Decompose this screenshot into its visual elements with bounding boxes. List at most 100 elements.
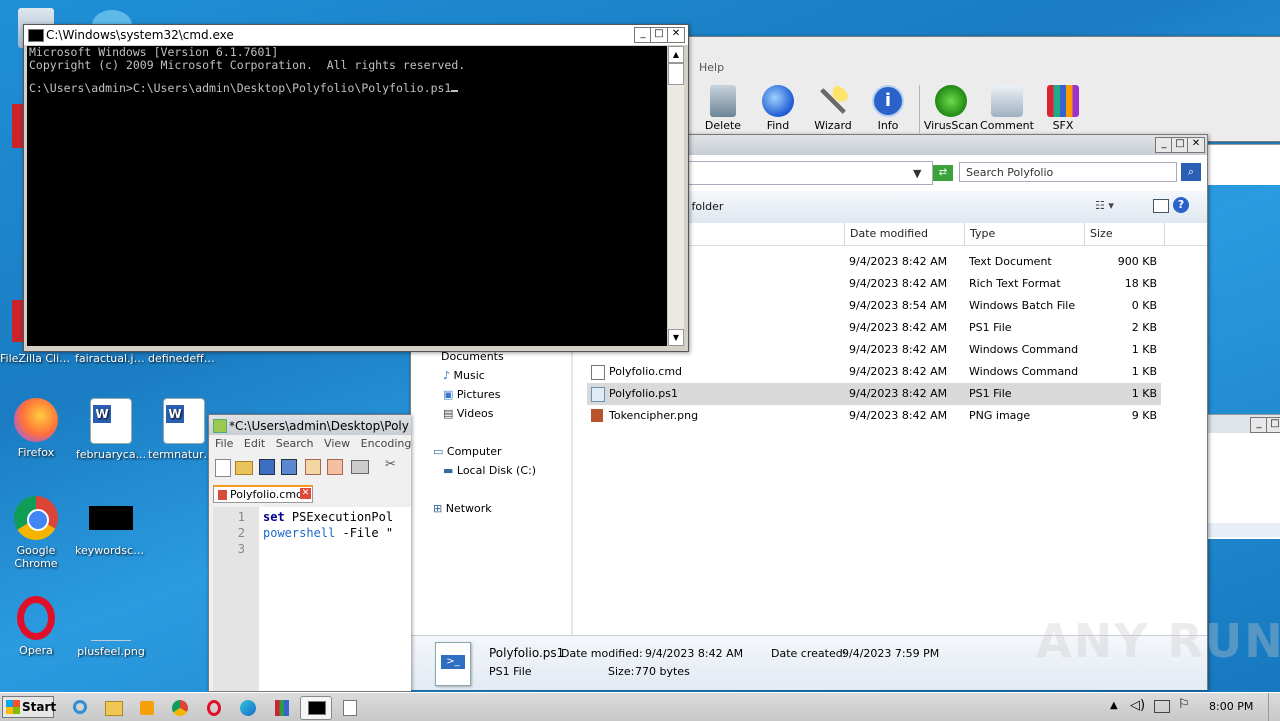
desktop-icon-fairactual[interactable]: fairactual.jpg xyxy=(75,352,147,365)
desktop-icon-label: Opera xyxy=(19,644,53,657)
open-folder-icon[interactable] xyxy=(235,461,253,475)
save-all-icon[interactable] xyxy=(281,459,297,475)
refresh-icon[interactable]: ⇄ xyxy=(933,165,953,181)
editor-area[interactable]: 1 set PSExecutionPol 2 powershell -File " … xyxy=(213,507,411,691)
help-icon[interactable]: ? xyxy=(1173,197,1189,213)
file-row[interactable]: Tokencipher.png 9/4/2023 8:42 AM PNG image… xyxy=(587,405,1163,427)
volume-icon[interactable]: ◁) xyxy=(1130,698,1145,713)
black-thumbnail-icon xyxy=(89,506,133,530)
close-button[interactable]: ✕ xyxy=(1187,137,1205,153)
toolbar-info-button[interactable]: i Info xyxy=(860,81,916,132)
explorer-taskbar-icon[interactable] xyxy=(99,696,127,720)
save-icon[interactable] xyxy=(259,459,275,475)
details-created: 9/4/2023 7:59 PM xyxy=(842,647,940,660)
cmd-window: C:\Windows\system32\cmd.exe _ □ ✕ Micros… xyxy=(23,24,689,352)
new-file-icon[interactable] xyxy=(215,459,231,477)
toolbar-sfx-button[interactable]: SFX xyxy=(1035,81,1091,132)
desktop-icon-opera[interactable]: Opera xyxy=(0,596,72,657)
winrar-window: Help Delete Find Wizard i Info VirusScan … xyxy=(680,36,1280,142)
file-tab-icon xyxy=(218,490,227,500)
close-button[interactable]: ✕ xyxy=(667,27,685,43)
disk-icon: ▬ xyxy=(443,464,457,477)
console-cursor xyxy=(451,90,459,92)
cmd-file-icon xyxy=(591,365,605,380)
bug-icon xyxy=(935,85,967,117)
desktop-icon-februaryca[interactable]: W februaryca... xyxy=(75,398,147,461)
background-window-sliver xyxy=(1206,144,1280,185)
column-size[interactable]: Size xyxy=(1085,223,1165,245)
search-icon[interactable]: ⌕ xyxy=(1181,163,1201,181)
nav-computer[interactable]: ▭ Computer xyxy=(433,442,502,461)
close-file-icon[interactable] xyxy=(305,459,321,475)
menu-encoding[interactable]: Encoding xyxy=(361,437,412,450)
toolbar-find-button[interactable]: Find xyxy=(750,81,806,132)
toolbar-comment-button[interactable]: Comment xyxy=(979,81,1035,132)
tray-up-arrow-icon[interactable]: ▲ xyxy=(1110,700,1118,711)
nav-pictures[interactable]: ▣ Pictures xyxy=(443,385,500,404)
start-button[interactable]: Start xyxy=(2,696,56,718)
nav-network[interactable]: ⊞ Network xyxy=(433,499,492,518)
nav-local-disk[interactable]: ▬ Local Disk (C:) xyxy=(443,461,536,480)
desktop-icon-plusfeel[interactable]: plusfeel.png xyxy=(75,596,147,658)
desktop-icon-label: keywordsca... xyxy=(75,544,147,557)
address-dropdown-icon[interactable]: ▼ xyxy=(913,167,921,180)
scroll-thumb[interactable] xyxy=(668,63,684,85)
flag-icon[interactable]: ⚐ xyxy=(1178,697,1190,712)
wand-icon xyxy=(817,85,849,117)
file-row-selected[interactable]: Polyfolio.ps1 9/4/2023 8:42 AM PS1 File 1 K… xyxy=(587,383,1161,405)
code-line: 1 set PSExecutionPol xyxy=(237,510,394,524)
desktop-icon-chrome[interactable]: Google Chrome xyxy=(0,496,72,570)
desktop-icon-firefox[interactable]: Firefox xyxy=(0,398,72,459)
view-options-icon[interactable]: ☷ ▾ xyxy=(1095,199,1114,212)
nav-videos[interactable]: ▤ Videos xyxy=(443,404,493,423)
cut-icon[interactable]: ✂ xyxy=(385,457,396,472)
maximize-button[interactable]: □ xyxy=(650,27,668,43)
scroll-up-icon[interactable]: ▲ xyxy=(668,46,684,63)
toolbar-virusscan-button[interactable]: VirusScan xyxy=(923,81,979,132)
background-window-sliver-2: _ □ xyxy=(1206,414,1280,539)
trash-icon xyxy=(710,85,736,117)
menu-view[interactable]: View xyxy=(324,437,350,450)
close-all-icon[interactable] xyxy=(327,459,343,475)
comment-icon xyxy=(991,85,1023,117)
magnifier-icon xyxy=(762,85,794,117)
show-desktop-button[interactable] xyxy=(1268,693,1280,721)
notepad-taskbar-icon[interactable] xyxy=(336,696,364,720)
png-file-icon xyxy=(591,409,603,422)
notepad-tab[interactable]: Polyfolio.cmd ✕ xyxy=(213,485,313,503)
toolbar-separator xyxy=(919,85,920,133)
winrar-menu-help[interactable]: Help xyxy=(699,61,724,74)
print-icon[interactable] xyxy=(351,460,369,474)
menu-search[interactable]: Search xyxy=(276,437,314,450)
search-input[interactable]: Search Polyfolio xyxy=(959,162,1177,182)
desktop-icon-filezilla[interactable]: FileZilla Client xyxy=(0,352,72,365)
column-date-modified[interactable]: Date modified xyxy=(845,223,965,245)
media-player-taskbar-icon[interactable] xyxy=(133,696,161,720)
tab-close-icon[interactable]: ✕ xyxy=(300,488,311,499)
ie-taskbar-icon[interactable] xyxy=(66,696,94,720)
menu-file[interactable]: File xyxy=(215,437,233,450)
menu-edit[interactable]: Edit xyxy=(244,437,265,450)
cmd-console[interactable]: Microsoft Windows [Version 6.1.7601] Cop… xyxy=(27,46,667,346)
notepad-menu: File Edit Search View Encoding xyxy=(215,437,411,450)
nav-music[interactable]: ♪ Music xyxy=(443,366,485,385)
cmd-scrollbar[interactable]: ▲ ▼ xyxy=(668,46,684,346)
preview-pane-icon[interactable] xyxy=(1153,199,1169,213)
file-row[interactable]: Polyfolio.cmd 9/4/2023 8:42 AM Windows Com… xyxy=(587,361,1163,383)
chrome-taskbar-icon[interactable] xyxy=(166,696,194,720)
details-modified-label: Date modified: xyxy=(561,647,643,660)
toolbar-wizard-button[interactable]: Wizard xyxy=(805,81,861,132)
winrar-taskbar-icon[interactable] xyxy=(268,696,296,720)
opera-taskbar-icon[interactable] xyxy=(200,696,228,720)
column-type[interactable]: Type xyxy=(965,223,1085,245)
maximize-button[interactable]: □ xyxy=(1266,417,1280,433)
toolbar-delete-button[interactable]: Delete xyxy=(695,81,751,132)
clock[interactable]: 8:00 PM xyxy=(1209,700,1253,713)
cmd-taskbar-icon[interactable] xyxy=(300,696,332,720)
scroll-down-icon[interactable]: ▼ xyxy=(668,329,684,346)
network-tray-icon[interactable] xyxy=(1154,700,1170,713)
desktop-icon-definedeffe[interactable]: definedeffe... xyxy=(148,352,220,365)
desktop-icon-keywordsca[interactable]: keywordsca... xyxy=(75,496,147,557)
word-document-icon: W xyxy=(90,398,132,444)
edge-taskbar-icon[interactable] xyxy=(234,696,262,720)
